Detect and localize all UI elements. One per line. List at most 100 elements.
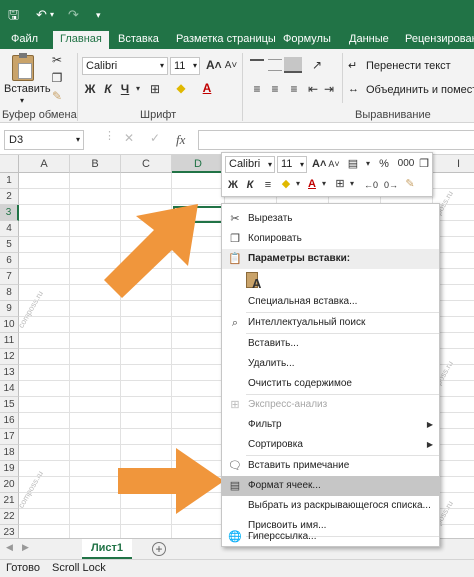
row-header-15[interactable]: 15 [0,397,19,413]
font-color-icon[interactable]: A [200,81,214,95]
fill-color-icon[interactable]: ◆ [174,81,188,95]
align-left-icon[interactable]: ≡ [250,82,264,96]
customize-qat-icon[interactable]: ▾ [96,7,101,23]
tab-insert[interactable]: Вставка [118,30,159,49]
row-header-2[interactable]: 2 [0,189,19,205]
name-box[interactable]: D3 ▾ [4,130,84,150]
decrease-indent-icon[interactable]: ⇤ [306,82,320,96]
mini-currency-icon[interactable]: ▤ [346,157,360,171]
row-header-9[interactable]: 9 [0,301,19,317]
sheet-tab-list1[interactable]: Лист1 [82,539,132,559]
save-icon[interactable]: 🖫 [8,7,19,23]
mini-font-select[interactable]: Calibri ▾ [225,156,275,173]
redo-icon[interactable]: ↷ [68,7,79,23]
mini-bold-button[interactable]: Ж [227,178,239,192]
row-header-20[interactable]: 20 [0,477,19,493]
menu-item-sort[interactable]: Сортировка ▶ [222,435,439,455]
align-top-icon[interactable] [250,59,264,71]
cut-icon[interactable]: ✂ [50,53,64,67]
mini-thousands-button[interactable]: 000 [394,157,418,171]
wrap-text-button[interactable]: ↵ Перенести текст [348,59,474,75]
row-header-5[interactable]: 5 [0,237,19,253]
align-bottom-icon[interactable] [284,57,302,73]
row-header-12[interactable]: 12 [0,349,19,365]
menu-item-format-cells[interactable]: ▤ Формат ячеек... [222,476,439,496]
cancel-icon[interactable]: ✕ [124,131,134,145]
mini-clear-icon[interactable]: ✎ [404,177,416,191]
italic-button[interactable]: К [102,82,114,96]
select-all-corner[interactable] [0,155,19,173]
tab-formulas[interactable]: Формулы [283,30,331,49]
insert-function-icon[interactable]: fx [176,132,185,148]
row-header-18[interactable]: 18 [0,445,19,461]
row-header-16[interactable]: 16 [0,413,19,429]
font-name-select[interactable]: Calibri ▾ [82,57,168,75]
tab-review[interactable]: Рецензирование [405,30,474,49]
paste-dropdown-icon[interactable]: ▾ [20,96,24,105]
chevron-down-icon[interactable]: ▾ [320,177,328,191]
borders-icon[interactable]: ⊞ [148,82,162,96]
row-header-17[interactable]: 17 [0,429,19,445]
tab-file[interactable]: Файл [11,30,38,49]
paste-button[interactable]: Вставить ▾ [4,53,51,105]
mini-align-center-icon[interactable]: ≡ [262,178,274,192]
mini-borders-icon[interactable]: ⊞ [334,177,346,191]
chevron-down-icon[interactable]: ▾ [133,82,143,96]
align-middle-icon[interactable] [268,59,282,71]
mini-percent-button[interactable]: % [378,157,390,171]
mini-decrease-font-icon[interactable]: A˅ [328,157,340,171]
mini-increase-decimal-icon[interactable]: ←0 [362,178,380,192]
mini-fill-color-icon[interactable]: ◆ [280,177,292,191]
menu-item-hyperlink[interactable]: 🌐 Гиперссылка... [222,527,439,547]
column-header-a[interactable]: A [19,155,70,173]
row-header-21[interactable]: 21 [0,493,19,509]
row-header-7[interactable]: 7 [0,269,19,285]
tab-home[interactable]: Главная [53,31,109,49]
column-header-d[interactable]: D [172,155,225,173]
mini-size-select[interactable]: 11 ▾ [277,156,307,173]
row-header-13[interactable]: 13 [0,365,19,381]
row-header-8[interactable]: 8 [0,285,19,301]
row-header-22[interactable]: 22 [0,509,19,525]
menu-item-delete[interactable]: Удалить... [222,354,439,374]
column-header-i[interactable]: I [433,155,474,173]
menu-item-pick-from-list[interactable]: Выбрать из раскрывающегося списка... [222,496,439,516]
mini-format-painter-icon[interactable]: ❐ [418,157,430,171]
tab-page-layout[interactable]: Разметка страницы [176,30,276,49]
underline-button[interactable]: Ч [119,82,131,96]
undo-icon[interactable]: ↶ [36,7,47,23]
mini-italic-button[interactable]: К [244,178,256,192]
menu-item-paste-special[interactable]: Специальная вставка... [222,292,439,312]
row-header-19[interactable]: 19 [0,461,19,477]
chevron-down-icon[interactable]: ▾ [364,157,372,171]
scroll-left-icon[interactable]: ◀ [6,542,13,553]
mini-decrease-decimal-icon[interactable]: 0→ [382,178,400,192]
copy-icon[interactable]: ❐ [50,71,64,85]
mini-font-color-icon[interactable]: A [306,177,318,191]
paste-option-keep-source-button[interactable]: A [246,272,264,292]
menu-item-smart-lookup[interactable]: ⌕ Интеллектуальный поиск [222,313,439,333]
orientation-icon[interactable]: ↗ [310,58,324,72]
decrease-font-icon[interactable]: A˅ [224,59,238,73]
column-header-c[interactable]: C [121,155,172,173]
enter-icon[interactable]: ✓ [150,131,160,145]
row-header-1[interactable]: 1 [0,173,19,189]
menu-item-insert-comment[interactable]: 🗨 Вставить примечание [222,456,439,476]
increase-font-icon[interactable]: A˄ [206,58,222,72]
row-header-23[interactable]: 23 [0,525,19,538]
formula-input[interactable] [198,130,474,150]
row-header-11[interactable]: 11 [0,333,19,349]
font-size-select[interactable]: 11 ▾ [170,57,200,75]
row-header-6[interactable]: 6 [0,253,19,269]
format-painter-icon[interactable]: ✎ [50,89,64,103]
merge-center-button[interactable]: ↔ Объединить и поместить [348,83,474,99]
tab-data[interactable]: Данные [349,30,389,49]
menu-item-insert[interactable]: Вставить... [222,334,439,354]
increase-indent-icon[interactable]: ⇥ [322,82,336,96]
menu-item-cut[interactable]: ✂ Вырезать [222,209,439,229]
chevron-down-icon[interactable]: ▾ [348,177,356,191]
chevron-down-icon[interactable]: ▾ [294,177,302,191]
align-right-icon[interactable]: ≡ [287,82,301,96]
row-header-4[interactable]: 4 [0,221,19,237]
mini-increase-font-icon[interactable]: A˄ [312,157,326,171]
